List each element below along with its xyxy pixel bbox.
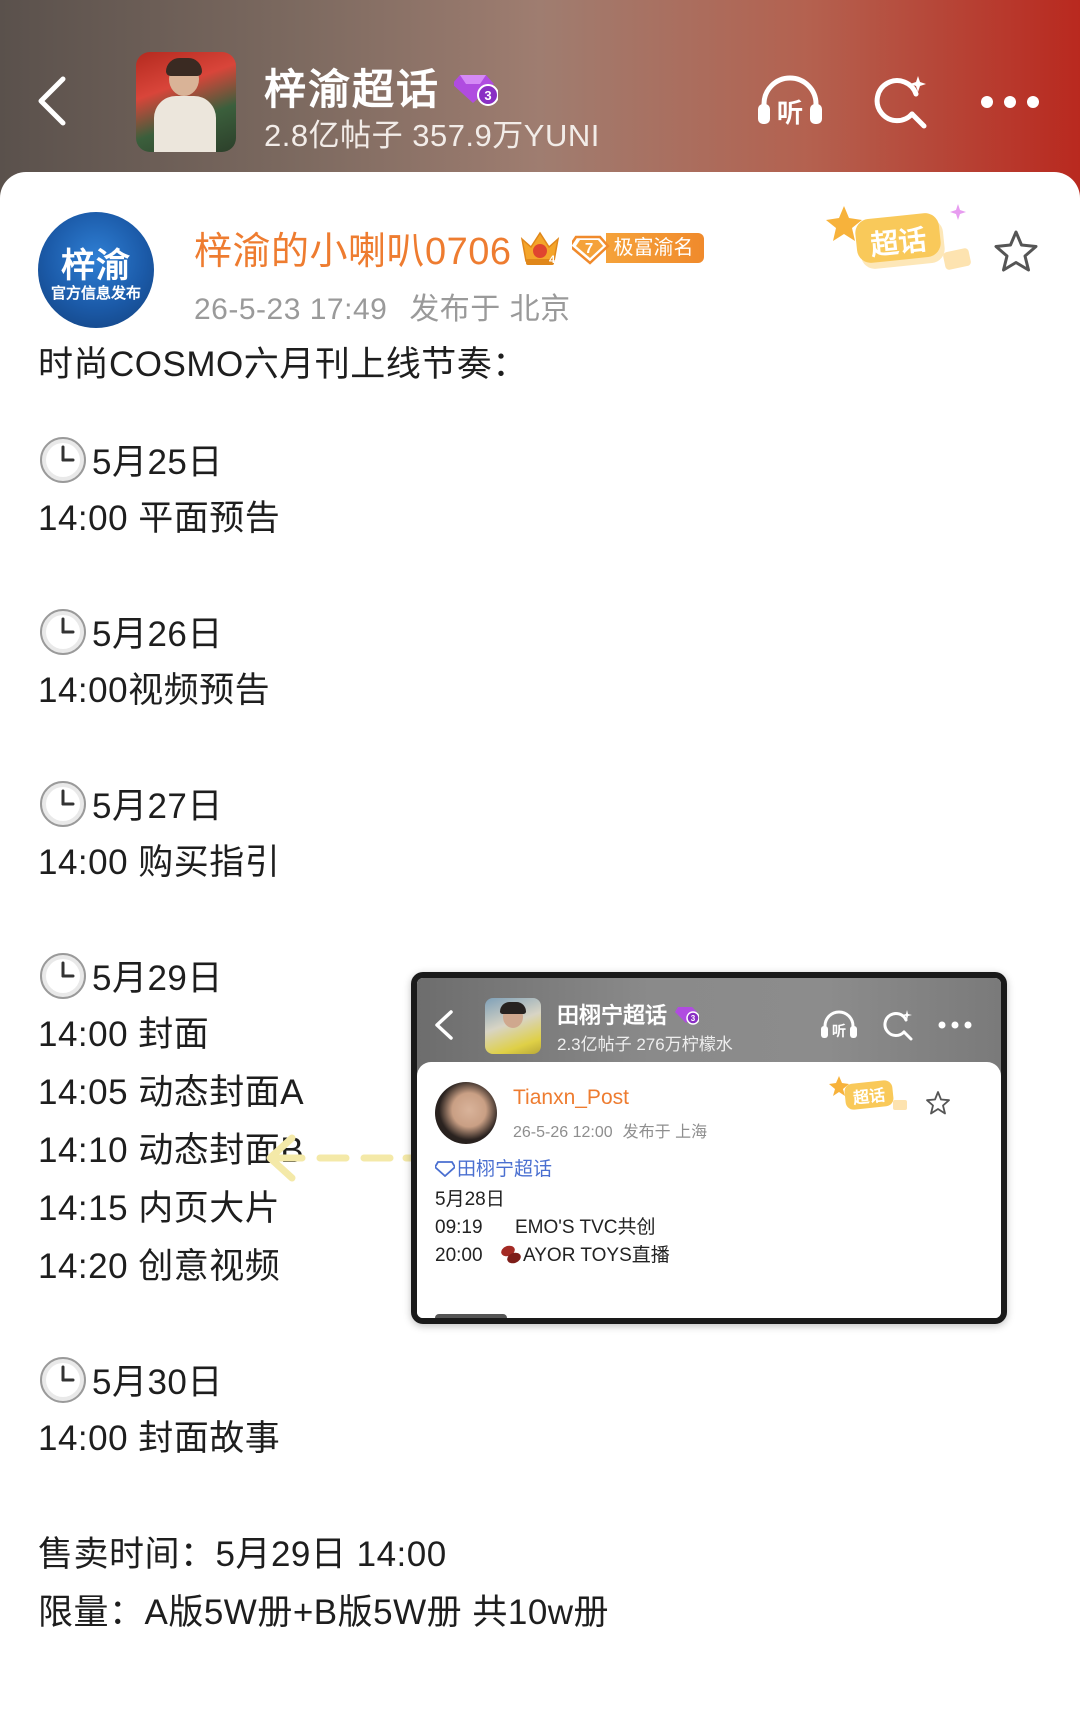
clock-icon xyxy=(40,608,86,655)
embedded-screenshot[interactable]: 田栩宁超话 3 2.3亿帖子 276万柠檬水 听 Tianxn_Post 26-… xyxy=(411,972,1007,1324)
post-location: 发布于 北京 xyxy=(409,293,571,326)
embed-topic-link: 田栩宁超话 xyxy=(435,1154,552,1181)
schedule-date-row: 5月29日 xyxy=(38,950,223,1001)
author-name-row: 梓渝的小喇叭0706 4 7 极富渝名 xyxy=(194,220,704,275)
schedule-item: 14:00 封面故事 xyxy=(38,1419,281,1458)
topic-stats: 2.8亿帖子 357.9万YUNI xyxy=(264,118,600,153)
topic-title[interactable]: 梓渝超话 xyxy=(264,56,440,117)
post-intro: 时尚COSMO六月刊上线节奏： xyxy=(38,345,528,384)
embed-line-time: 09:19 xyxy=(435,1217,483,1238)
schedule-item: 14:00 购买指引 xyxy=(38,843,281,882)
embed-star-icon xyxy=(926,1091,950,1115)
author-name[interactable]: 梓渝的小喇叭0706 xyxy=(194,220,512,275)
schedule-date-row: 5月30日 xyxy=(38,1354,223,1405)
crown-level: 4 xyxy=(549,254,556,266)
post-card: 梓渝 官方信息发布 梓渝的小喇叭0706 4 7 极富渝名 26-5-23 17… xyxy=(0,172,1080,1719)
schedule-item: 14:00 平面预告 xyxy=(38,499,281,538)
embed-line-time: 20:00 xyxy=(435,1245,483,1266)
schedule-date: 5月30日 xyxy=(92,1363,223,1402)
embed-line-text: EMO'S TVC共创 xyxy=(515,1217,656,1238)
print-limit: 限量：A版5W册+B版5W册 共10w册 xyxy=(38,1593,610,1632)
embed-topic-title-row: 田栩宁超话 3 xyxy=(557,998,700,1030)
back-button[interactable] xyxy=(26,70,78,132)
embed-topic-stats: 2.3亿帖子 276万柠檬水 xyxy=(557,1035,733,1054)
embed-author-name: Tianxn_Post xyxy=(513,1086,629,1109)
listen-icon: 听 xyxy=(758,75,822,129)
embed-post-location: 发布于 上海 xyxy=(622,1124,708,1141)
schedule-date-row: 5月25日 xyxy=(38,434,223,485)
embed-back-icon xyxy=(435,1010,453,1040)
more-icon xyxy=(981,96,1039,108)
avatar-figure-hair xyxy=(166,58,202,76)
clock-icon xyxy=(40,952,86,999)
embed-line-time: 5月28日 xyxy=(435,1189,505,1210)
fan-badge-level: 7 xyxy=(584,240,592,257)
embed-listen-icon: 听 xyxy=(819,1008,859,1042)
embed-topic-name: 田栩宁超话 xyxy=(457,1159,553,1180)
clock-icon xyxy=(40,436,86,483)
supertopic-stamp-label: 超话 xyxy=(869,223,928,262)
schedule-item: 14:05 动态封面A xyxy=(38,1073,305,1112)
listen-button[interactable]: 听 xyxy=(752,72,828,132)
bean-icon xyxy=(501,1245,521,1264)
schedule-date: 5月26日 xyxy=(92,615,223,654)
star-icon xyxy=(994,230,1038,272)
embed-line-text: AYOR TOYS直播 xyxy=(523,1245,670,1266)
clock-icon xyxy=(40,1356,86,1403)
avatar-figure-body xyxy=(154,96,216,152)
search-icon xyxy=(874,76,927,129)
more-button[interactable] xyxy=(972,72,1048,132)
schedule-date: 5月29日 xyxy=(92,959,223,998)
embed-avatar-hair xyxy=(500,1002,526,1014)
embed-topic-title: 田栩宁超话 xyxy=(557,1003,668,1028)
post-meta: 26-5-23 17:49 发布于 北京 xyxy=(194,284,571,328)
back-icon xyxy=(38,76,66,126)
schedule-item: 14:20 创意视频 xyxy=(38,1247,281,1286)
author-avatar-text: 梓渝 xyxy=(61,247,131,285)
svg-text:听: 听 xyxy=(777,99,803,129)
author-avatar[interactable]: 梓渝 官方信息发布 xyxy=(38,212,154,328)
svg-text:听: 听 xyxy=(832,1023,846,1040)
embed-level-number: 3 xyxy=(691,1014,696,1023)
embed-author-avatar xyxy=(435,1082,497,1144)
supertopic-stamp[interactable]: 超话 xyxy=(826,200,978,282)
author-avatar-subtext: 官方信息发布 xyxy=(50,285,141,302)
schedule-item: 14:15 内页大片 xyxy=(38,1189,281,1228)
embed-topic-gem-icon xyxy=(435,1160,455,1177)
embed-post-meta: 26-5-26 12:00 发布于 上海 xyxy=(513,1118,707,1142)
embed-search-icon xyxy=(877,1008,917,1042)
crown-icon: 4 xyxy=(520,229,560,267)
embed-supertopic-stamp: 超话 xyxy=(829,1076,907,1110)
embed-more-icon xyxy=(935,1008,975,1042)
arrow-left-icon xyxy=(266,1134,422,1182)
embed-stamp-label: 超话 xyxy=(851,1085,886,1107)
fan-badge-label: 极富渝名 xyxy=(605,232,704,263)
topic-level-gem-icon: 3 xyxy=(452,67,500,107)
topic-avatar[interactable] xyxy=(136,52,236,152)
sale-time: 售卖时间：5月29日 14:00 xyxy=(38,1535,447,1574)
fan-badge[interactable]: 7 极富渝名 xyxy=(567,231,704,265)
embed-topic-avatar xyxy=(485,998,541,1054)
search-button[interactable] xyxy=(862,72,938,132)
clock-icon xyxy=(40,780,86,827)
schedule-date: 5月25日 xyxy=(92,443,223,482)
schedule-date-row: 5月26日 xyxy=(38,606,223,657)
fan-badge-level-icon: 7 xyxy=(567,231,610,265)
embed-line: 20:00 AYOR TOYS直播 xyxy=(435,1240,670,1267)
embed-line: 5月28日 xyxy=(435,1184,505,1211)
topic-level-number: 3 xyxy=(484,88,491,103)
topic-title-row: 梓渝超话 3 xyxy=(264,56,500,117)
embed-line: 09:19 EMO'S TVC共创 xyxy=(435,1212,656,1239)
post-time: 26-5-23 17:49 xyxy=(194,293,388,326)
embed-image-thumb-edge xyxy=(435,1314,507,1318)
schedule-item: 14:00 封面 xyxy=(38,1015,210,1054)
embed-level-gem-icon: 3 xyxy=(675,1007,700,1025)
embed-post-time: 26-5-26 12:00 xyxy=(513,1124,613,1141)
embed-post-card: Tianxn_Post 26-5-26 12:00 发布于 上海 超话 田栩宁超话 xyxy=(417,1062,1001,1318)
schedule-date-row: 5月27日 xyxy=(38,778,223,829)
favorite-button[interactable] xyxy=(992,228,1040,276)
schedule-item: 14:00视频预告 xyxy=(38,671,271,710)
schedule-date: 5月27日 xyxy=(92,787,223,826)
